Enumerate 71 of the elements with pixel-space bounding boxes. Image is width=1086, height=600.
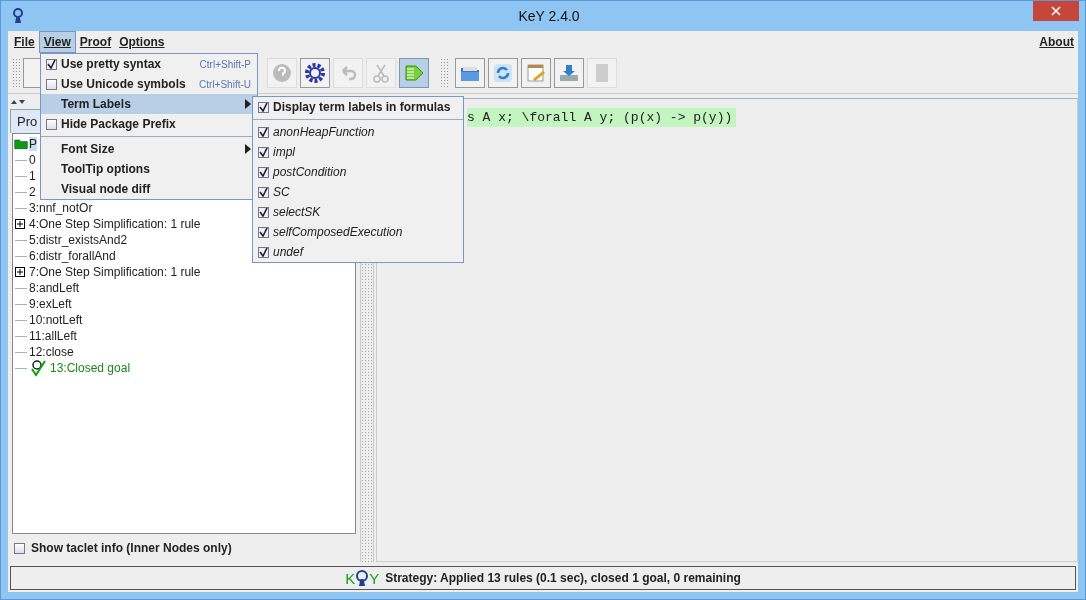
tree-node[interactable]: 7:One Step Simplification: 1 rule: [29, 265, 201, 279]
tree-node[interactable]: 11:allLeft: [29, 329, 77, 343]
checkbox[interactable]: [14, 542, 25, 554]
checkbox[interactable]: [257, 126, 269, 138]
menu-item[interactable]: View: [38, 31, 76, 53]
gear-button[interactable]: [300, 58, 330, 88]
reload-icon: [492, 62, 514, 84]
checkbox[interactable]: [45, 118, 57, 130]
checkbox[interactable]: [257, 166, 269, 178]
gear-icon: [304, 62, 326, 84]
menu-item[interactable]: undef: [253, 242, 463, 262]
tree-node[interactable]: 12:close: [29, 345, 74, 359]
menu-item[interactable]: File: [10, 32, 39, 52]
tree-node[interactable]: 6:distr_forallAnd: [29, 249, 116, 263]
tree-node[interactable]: 13:Closed goal: [50, 361, 131, 375]
reload-button[interactable]: [488, 58, 518, 88]
checkbox[interactable]: [257, 246, 269, 258]
checkbox[interactable]: [257, 146, 269, 158]
menu-item[interactable]: selfComposedExecution: [253, 222, 463, 242]
menu-item[interactable]: Use Unicode symbols Ctrl+Shift-U: [41, 74, 257, 94]
menu-item[interactable]: Term Labels: [41, 94, 257, 114]
menu-item[interactable]: About: [1035, 32, 1078, 52]
menu-item[interactable]: anonHeapFunction: [253, 122, 463, 142]
menu-item[interactable]: impl: [253, 142, 463, 162]
submenu-arrow-icon: [245, 144, 251, 154]
keyhole-icon: [355, 570, 370, 586]
checkbox[interactable]: [257, 186, 269, 198]
run-button[interactable]: [399, 58, 429, 88]
taclet-info-checkbox[interactable]: Show taclet info (Inner Nodes only): [10, 534, 358, 562]
tree-node[interactable]: 4:One Step Simplification: 1 rule: [29, 217, 201, 231]
window-title: KeY 2.4.0: [518, 8, 580, 24]
keyhole-icon: [11, 8, 25, 24]
open-button[interactable]: [455, 58, 485, 88]
status-text: Strategy: Applied 13 rules (0.1 sec), closed 1 goal, 0 remaining: [385, 571, 741, 585]
tree-node[interactable]: 8:andLeft: [29, 281, 80, 295]
menu-item[interactable]: Use pretty syntax Ctrl+Shift-P: [41, 54, 257, 74]
tree-node[interactable]: 5:distr_existsAnd2: [29, 233, 128, 247]
menu-item[interactable]: Options: [115, 32, 169, 52]
play-list-icon: [403, 62, 425, 84]
sequent-formula: s A x; \forall A y; (p(x) -> p(y)): [467, 108, 737, 127]
menu-item[interactable]: Proof: [75, 32, 116, 52]
checkbox[interactable]: [257, 206, 269, 218]
close-icon: [1051, 6, 1061, 16]
tree-node[interactable]: P: [29, 137, 37, 151]
checkbox-label: Show taclet info (Inner Nodes only): [31, 541, 232, 555]
tree-node[interactable]: 1: [29, 169, 36, 183]
tree-node[interactable]: 3:nnf_notOr: [29, 201, 93, 215]
save-button[interactable]: [554, 58, 584, 88]
expand-icon[interactable]: [15, 219, 25, 229]
collapse-arrows-icon[interactable]: [10, 99, 26, 105]
key-logo: K Y: [345, 569, 380, 587]
checkbox[interactable]: [45, 78, 57, 90]
expand-icon[interactable]: [15, 267, 25, 277]
tree-node[interactable]: 2: [29, 185, 36, 199]
tree-node[interactable]: 10:notLeft: [29, 313, 83, 327]
menu-item[interactable]: selectSK: [253, 202, 463, 222]
menu-item[interactable]: postCondition: [253, 162, 463, 182]
notepad-pencil-icon: [525, 62, 547, 84]
question-icon: [271, 62, 293, 84]
tree-node[interactable]: 0: [29, 153, 36, 167]
checkbox[interactable]: [45, 58, 57, 70]
scissors-icon: [370, 62, 392, 84]
checkbox[interactable]: [257, 226, 269, 238]
checkbox[interactable]: [257, 101, 269, 113]
tree-node[interactable]: 9:exLeft: [29, 297, 72, 311]
tray-arrow-icon: [558, 62, 580, 84]
edit-button[interactable]: [521, 58, 551, 88]
submenu-arrow-icon: [245, 99, 251, 109]
menu-item[interactable]: SC: [253, 182, 463, 202]
folder-icon: [14, 138, 28, 150]
close-button[interactable]: [1033, 1, 1079, 21]
